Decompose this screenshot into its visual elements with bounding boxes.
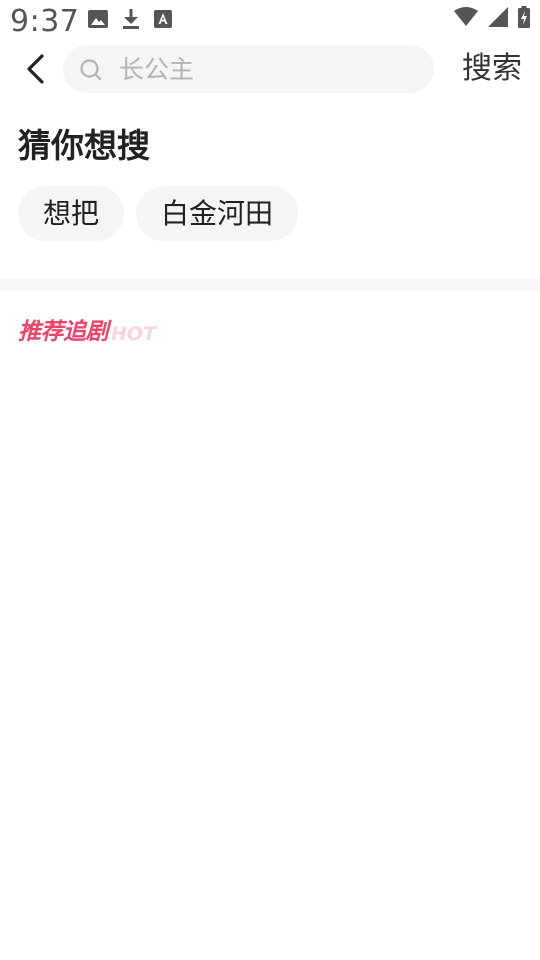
font-a-icon bbox=[154, 10, 172, 28]
system-icons bbox=[454, 6, 530, 28]
wifi-icon bbox=[454, 7, 478, 27]
download-icon bbox=[122, 9, 140, 29]
notification-icons bbox=[88, 9, 172, 29]
search-page: 9:37 长公主 搜索 猜你想搜 想把 白金河田 推荐追剧 HOT bbox=[0, 0, 540, 960]
section-divider bbox=[0, 279, 540, 291]
suggestion-chips: 想把 白金河田 bbox=[18, 186, 299, 241]
battery-icon bbox=[518, 6, 530, 28]
status-bar: 9:37 bbox=[0, 0, 540, 40]
suggestions-title: 猜你想搜 bbox=[18, 126, 150, 165]
search-input[interactable] bbox=[119, 45, 419, 93]
back-button[interactable] bbox=[18, 51, 54, 87]
search-box[interactable] bbox=[63, 45, 434, 93]
hot-badge: HOT bbox=[111, 323, 157, 345]
search-button[interactable]: 搜索 bbox=[462, 44, 522, 94]
recommend-header: 推荐追剧 HOT bbox=[18, 314, 156, 350]
status-time: 9:37 bbox=[10, 4, 80, 39]
search-header: 搜索 bbox=[0, 44, 540, 94]
search-icon bbox=[80, 59, 102, 81]
image-icon bbox=[88, 10, 108, 28]
suggestion-chip[interactable]: 想把 bbox=[18, 186, 125, 241]
suggestion-chip[interactable]: 白金河田 bbox=[136, 186, 299, 241]
cellular-signal-icon bbox=[488, 7, 508, 27]
chevron-left-icon bbox=[27, 54, 44, 84]
recommend-title: 推荐追剧 bbox=[18, 319, 109, 345]
